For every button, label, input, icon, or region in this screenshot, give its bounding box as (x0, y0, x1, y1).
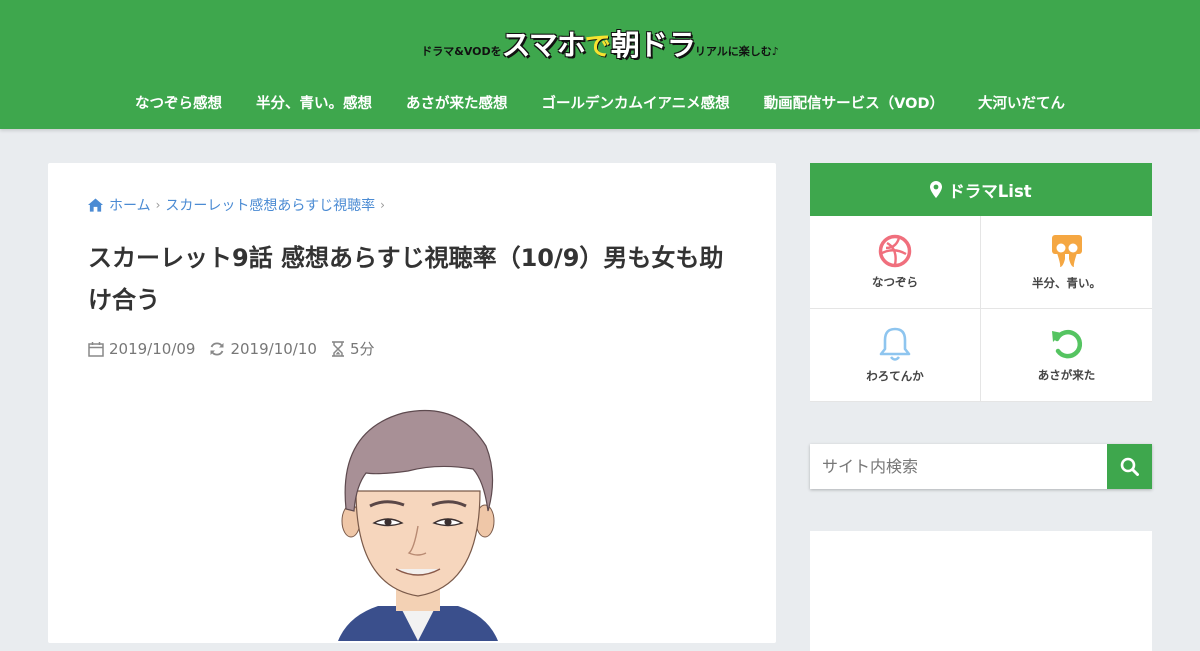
article-meta: 2019/10/09 2019/10/10 5分 (88, 338, 388, 359)
published-date-text: 2019/10/09 (109, 339, 196, 358)
nav-item-idaten[interactable]: 大河いだてん (961, 92, 1082, 113)
search-button[interactable] (1107, 444, 1152, 489)
site-search (810, 444, 1152, 489)
chevron-right-icon: › (380, 198, 385, 212)
search-input[interactable] (810, 444, 1107, 489)
widget-title-text: ドラマList (948, 181, 1032, 201)
breadcrumb-category[interactable]: スカーレット感想あらすじ視聴率 (165, 195, 375, 215)
widget-title: ドラマList (810, 163, 1152, 216)
site-logo[interactable]: ドラマ&VODをスマホで朝ドラリアルに楽しむ♪ (0, 22, 1200, 64)
nav-item-natsuzora[interactable]: なつぞら感想 (118, 92, 239, 113)
site-header: ドラマ&VODをスマホで朝ドラリアルに楽しむ♪ なつぞら感想 半分、青い。感想 … (0, 0, 1200, 129)
updated-date-text: 2019/10/10 (230, 339, 317, 358)
map-marker-icon (930, 181, 943, 198)
breadcrumb-home[interactable]: ホーム (109, 195, 151, 215)
hourglass-icon (331, 340, 344, 357)
nav-item-asagakita[interactable]: あさが来た感想 (389, 92, 525, 113)
read-time-text: 5分 (349, 340, 375, 358)
chevron-right-icon: › (155, 198, 161, 212)
drama-link-asagakita[interactable]: あさが来た (981, 309, 1152, 402)
read-time: 5分 (331, 338, 375, 359)
refresh-icon (210, 342, 224, 355)
search-icon (1120, 457, 1139, 476)
drama-link-warotenka[interactable]: わろてんか (810, 309, 981, 402)
logo-text-asadora: 朝ドラ (610, 28, 696, 62)
drama-link-label: あさが来た (1037, 368, 1096, 382)
logo-text-main: スマホ (501, 28, 586, 62)
eyecatch-illustration (338, 409, 498, 641)
drama-list-grid: なつぞら 半分、青い。 わろてんか あさが来た (810, 216, 1152, 402)
nav-item-vod[interactable]: 動画配信サービス（VOD） (747, 92, 961, 113)
drama-link-label: わろてんか (866, 369, 924, 383)
drama-link-label: なつぞら (872, 275, 918, 289)
published-date: 2019/10/09 (88, 340, 195, 358)
nav-item-golden-kamuy[interactable]: ゴールデンカムイアニメ感想 (524, 92, 746, 113)
global-nav: なつぞら感想 半分、青い。感想 あさが来た感想 ゴールデンカムイアニメ感想 動画… (0, 92, 1200, 113)
dribbble-icon (878, 234, 912, 268)
logo-text-prefix: ドラマ&VODを (421, 45, 502, 58)
drama-list-widget: ドラマList なつぞら 半分、青い。 わろてんか あさが来た (810, 163, 1152, 402)
article-card: ホーム › スカーレット感想あらすじ視聴率 › スカーレット9話 感想あらすじ視… (48, 163, 776, 643)
breadcrumb: ホーム › スカーレット感想あらすじ視聴率 › (88, 195, 390, 215)
slideshare-icon (1051, 235, 1082, 267)
article-title: スカーレット9話 感想あらすじ視聴率（10/9）男も女も助け合う (88, 244, 724, 314)
calendar-icon (88, 341, 104, 357)
drama-link-hanbun-aoi[interactable]: 半分、青い。 (981, 216, 1152, 309)
logo-text-suffix: リアルに楽しむ♪ (694, 45, 779, 58)
bell-icon (879, 327, 911, 361)
sidebar-ad-area (810, 531, 1152, 651)
drama-link-natsuzora[interactable]: なつぞら (810, 216, 981, 309)
nav-item-hanbun-aoi[interactable]: 半分、青い。感想 (239, 92, 389, 113)
drama-link-label: 半分、青い。 (1032, 276, 1101, 290)
undo-icon (1051, 329, 1082, 359)
logo-text-de: で (584, 32, 611, 62)
home-icon (88, 198, 103, 212)
updated-date: 2019/10/10 (209, 339, 317, 358)
